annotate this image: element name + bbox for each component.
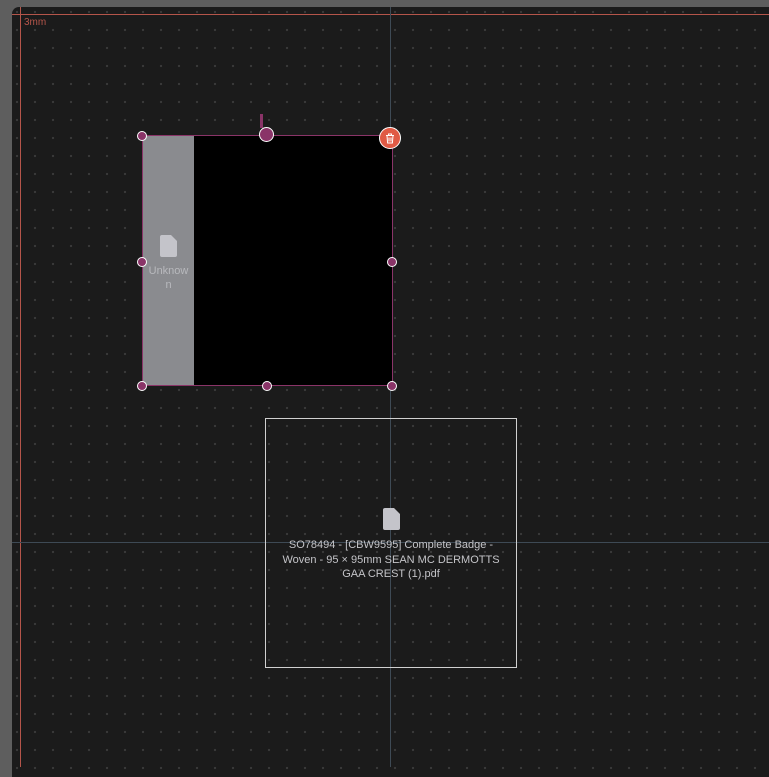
- file-name: SO78494 - [CBW9595] Complete Badge - Wov…: [282, 539, 500, 580]
- selected-artwork[interactable]: Unknown: [142, 135, 393, 386]
- rotation-stem: [260, 114, 263, 128]
- trash-icon: [386, 133, 394, 143]
- resize-handle-left[interactable]: [137, 257, 147, 267]
- unknown-file-strip: Unknown: [143, 136, 194, 385]
- unknown-label: Unknown: [148, 265, 189, 291]
- file-icon: [383, 508, 400, 530]
- resize-handle-top-left[interactable]: [137, 131, 147, 141]
- delete-button[interactable]: [379, 127, 401, 149]
- file-placeholder[interactable]: SO78494 - [CBW9595] Complete Badge - Wov…: [265, 418, 517, 668]
- rotate-handle[interactable]: [259, 127, 274, 142]
- resize-handle-bottom[interactable]: [262, 381, 272, 391]
- resize-handle-right[interactable]: [387, 257, 397, 267]
- resize-handle-bottom-left[interactable]: [137, 381, 147, 391]
- resize-handle-bottom-right[interactable]: [387, 381, 397, 391]
- margin-line-left: [20, 7, 21, 767]
- margin-label: 3mm: [24, 17, 47, 28]
- file-icon: [160, 235, 177, 257]
